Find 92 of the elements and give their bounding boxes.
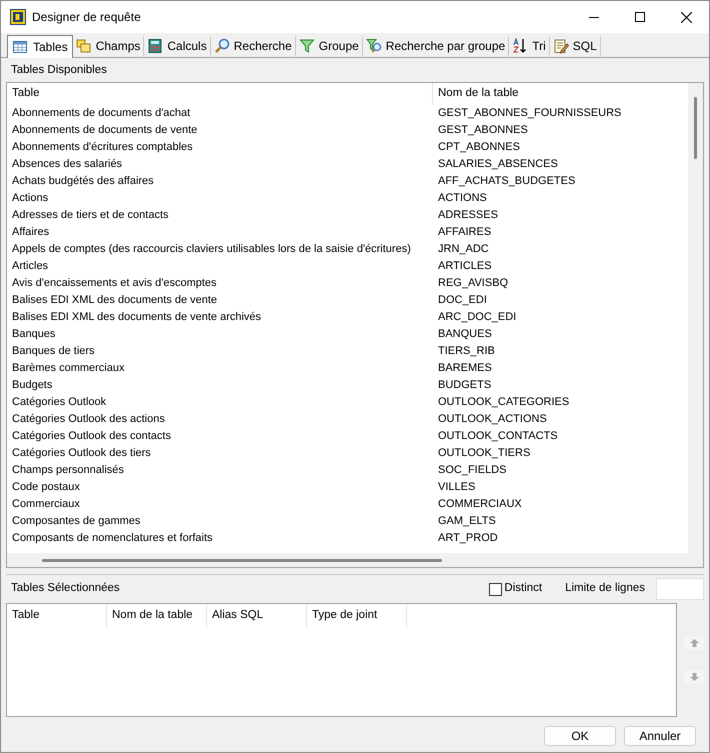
table-cell-text: VILLES: [437, 480, 476, 496]
section-title: Tables Sélectionnées: [10, 581, 120, 596]
column-header[interactable]: Nom de la table: [433, 83, 519, 105]
column-header[interactable]: Alias SQL: [207, 604, 307, 627]
table-cell-text: Banques de tiers: [11, 344, 96, 360]
table-cell-text: GEST_ABONNES: [437, 123, 528, 138]
table-cell-text: GEST_ABONNES_FOURNISSEURS: [437, 106, 622, 122]
down-arrow-icon: [690, 673, 698, 681]
table-cell-text: SALARIES_ABSENCES: [437, 157, 558, 172]
table-cell-text: Balises EDI XML des documents de vente: [11, 293, 218, 308]
table-cell-text: GAM_ELTS: [437, 514, 496, 530]
table-cell-text: Barèmes commerciaux: [11, 361, 126, 376]
table-cell-text: Affaires: [11, 225, 50, 240]
magnifier-icon: [214, 38, 230, 54]
table-cell-text: ACTIONS: [437, 191, 487, 206]
row-limit-field[interactable]: [656, 578, 704, 600]
table-cell-text: Balises EDI XML des documents de vente archivés: [11, 310, 262, 326]
table-cell-text: OUTLOOK_CONTACTS: [437, 429, 558, 444]
sort-icon: [512, 38, 528, 54]
table-cell-text: COMMERCIAUX: [437, 497, 522, 512]
table-cell-text: OUTLOOK_CATEGORIES: [437, 395, 570, 410]
close-icon: [680, 12, 692, 22]
scrollbar-thumb[interactable]: [694, 97, 697, 159]
horizontal-scrollbar[interactable]: [7, 553, 703, 567]
table-cell-text: OUTLOOK_ACTIONS: [437, 412, 547, 428]
dialog-button[interactable]: Annuler: [624, 726, 696, 746]
dialog-button[interactable]: OK: [544, 726, 616, 746]
table-cell-text: Avis d'encaissements et avis d'escomptes: [11, 276, 218, 292]
table-cell-text: BUDGETS: [437, 378, 492, 394]
table-cell-text: Composants de nomenclatures et forfaits: [11, 531, 214, 546]
move-down-button[interactable]: [684, 670, 704, 684]
table-cell-text: Absences des salariés: [11, 157, 124, 172]
table-cell-text: JRN_ADC: [437, 242, 489, 258]
notepad-pencil-icon: [552, 38, 569, 54]
table-cell-text: Champs personnalisés: [11, 463, 125, 478]
table-cell-text: AFFAIRES: [437, 225, 492, 240]
table-cell-text: ADRESSES: [437, 208, 498, 224]
scrollbar-thumb[interactable]: [42, 558, 442, 562]
table-cell-text: BAREMES: [437, 361, 492, 376]
tab[interactable]: Recherche par groupe: [362, 36, 510, 56]
funnel-magnifier-icon: [366, 38, 382, 54]
tab[interactable]: Recherche: [210, 36, 296, 56]
table-cell-text: Articles: [11, 259, 50, 274]
tab[interactable]: Tables: [7, 35, 73, 58]
maximize-icon: [635, 12, 645, 22]
table-cell-text: Catégories Outlook des contacts: [11, 429, 172, 444]
table-cell-text: Abonnements de documents d'achat: [11, 106, 192, 122]
table-cell-text: ART_PROD: [437, 531, 498, 546]
tab[interactable]: SQL: [550, 36, 601, 56]
table-cell-text: Appels de comptes (des raccourcis claviers utilisables lors de la saisie d'écritures): [11, 242, 412, 258]
up-arrow-icon: [690, 639, 698, 647]
table-cell-text: REG_AVISBQ: [437, 276, 508, 292]
column-header[interactable]: Type de joint: [307, 604, 407, 627]
table-cell-text: AFF_ACHATS_BUDGETES: [437, 174, 576, 190]
table-cell-text: Budgets: [11, 378, 54, 394]
table-cell-text: Actions: [11, 191, 50, 206]
table-cell-text: BANQUES: [437, 327, 492, 342]
vertical-scrollbar[interactable]: [688, 83, 703, 553]
table-cell-text: Banques: [11, 327, 56, 342]
table-cell-text: Code postaux: [11, 480, 81, 496]
section-title: Tables Disponibles: [10, 63, 108, 78]
tab[interactable]: Calculs: [144, 36, 211, 56]
table-cell-text: ARC_DOC_EDI: [437, 310, 516, 326]
funnel-icon: [298, 38, 315, 54]
move-up-button[interactable]: [684, 636, 704, 650]
table-cell-text: Abonnements de documents de vente: [11, 123, 198, 138]
column-header[interactable]: Table: [7, 83, 433, 105]
window-title: Designer de requête: [32, 9, 141, 26]
table-cell-text: Achats budgétés des affaires: [11, 174, 155, 190]
table-icon: [12, 39, 28, 55]
app-logo-icon: [10, 9, 26, 25]
table-cell-text: DOC_EDI: [437, 293, 487, 308]
table-cell-text: Catégories Outlook: [11, 395, 108, 410]
table-cell-text: TIERS_RIB: [437, 344, 495, 360]
table-cell-text: Adresses de tiers et de contacts: [11, 208, 170, 224]
table-cell-text: OUTLOOK_TIERS: [437, 446, 530, 462]
table-cell-text: Catégories Outlook des tiers: [11, 446, 152, 462]
table-cell-text: SOC_FIELDS: [437, 463, 506, 478]
table-cell-text: Commerciaux: [11, 497, 81, 512]
field-label: Limite de lignes: [565, 581, 645, 596]
table-cell-text: CPT_ABONNES: [437, 140, 520, 156]
tab[interactable]: Tri: [509, 36, 550, 56]
table-cell-text: ARTICLES: [437, 259, 492, 274]
column-header[interactable]: Table: [7, 604, 107, 627]
table-cell-text: Composantes de gammes: [11, 514, 142, 530]
column-header[interactable]: Nom de la table: [107, 604, 207, 627]
distinct-checkbox[interactable]: Distinct: [489, 580, 542, 598]
calculator-icon: [147, 38, 164, 54]
table-cell-text: Catégories Outlook des actions: [11, 412, 166, 428]
table-cell-text: Abonnements d'écritures comptables: [11, 140, 194, 156]
tab[interactable]: Champs: [72, 36, 144, 56]
tab[interactable]: Groupe: [296, 36, 363, 56]
